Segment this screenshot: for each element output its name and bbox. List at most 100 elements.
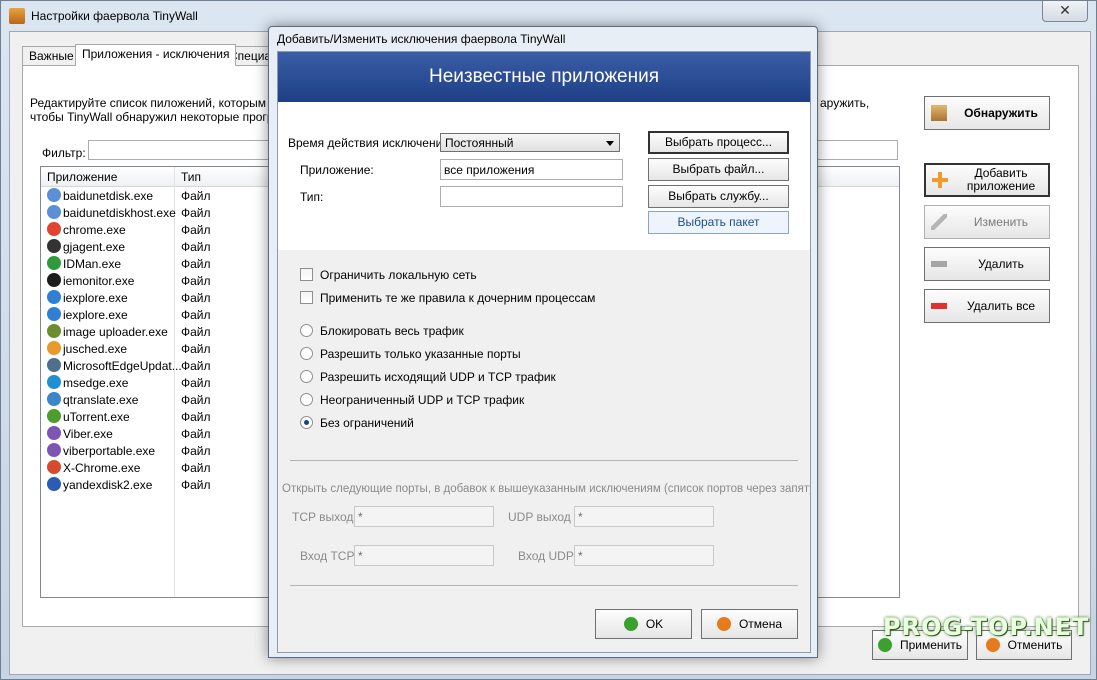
app-icon: [47, 375, 61, 389]
row-type: Файл: [181, 342, 211, 356]
green-dot-icon: [623, 617, 638, 631]
watermark: PROG-TOP.NET: [883, 613, 1090, 641]
tcp-in-field[interactable]: *: [354, 545, 494, 566]
row-type: Файл: [181, 393, 211, 407]
udp-in-label: Вход UDP: [518, 549, 574, 563]
radio-outgoing[interactable]: [300, 370, 313, 383]
chevron-down-icon: [606, 141, 614, 146]
radio-specified-ports[interactable]: [300, 347, 313, 360]
radio-outgoing-label: Разрешить исходящий UDP и TCP трафик: [320, 370, 556, 384]
delete-all-button-label: Удалить все: [966, 298, 1036, 313]
orange-dot-icon: [716, 617, 731, 631]
ok-button[interactable]: OK: [595, 609, 692, 639]
select-file-button[interactable]: Выбрать файл...: [648, 158, 789, 181]
radio-block-all[interactable]: [300, 324, 313, 337]
row-type: Файл: [181, 257, 211, 271]
detect-button[interactable]: Обнаружить: [924, 96, 1050, 130]
row-type: Файл: [181, 410, 211, 424]
minus-icon: [931, 261, 947, 267]
row-type: Файл: [181, 478, 211, 492]
row-type: Файл: [181, 444, 211, 458]
app-icon: [47, 188, 61, 202]
edit-button-label: Изменить: [973, 214, 1029, 229]
pencil-icon: [931, 214, 947, 230]
row-app-name: Viber.exe: [63, 427, 113, 441]
detect-button-label: Обнаружить: [964, 105, 1038, 120]
row-app-name: jusched.exe: [63, 342, 128, 356]
app-icon: [47, 477, 61, 491]
row-app-name: gjagent.exe: [63, 240, 126, 254]
udp-in-field[interactable]: *: [574, 545, 714, 566]
row-app-name: MicrosoftEdgeUpdat...: [63, 359, 182, 373]
add-application-button[interactable]: Добавить приложение: [924, 163, 1050, 197]
row-app-name: uTorrent.exe: [63, 410, 130, 424]
row-type: Файл: [181, 359, 211, 373]
select-service-button[interactable]: Выбрать службу...: [648, 185, 789, 208]
restrict-local-network-checkbox[interactable]: [300, 268, 313, 281]
row-app-name: X-Chrome.exe: [63, 461, 141, 475]
row-type: Файл: [181, 240, 211, 254]
tab-important[interactable]: Важные: [22, 46, 81, 65]
row-type: Файл: [181, 291, 211, 305]
plus-icon: [932, 172, 948, 188]
app-icon: [47, 273, 61, 287]
duration-select-value: Постоянный: [445, 136, 514, 150]
tcp-in-label: Вход TCP: [300, 549, 355, 563]
app-icon: [47, 222, 61, 236]
description-right-fragment: аружить,: [820, 96, 870, 110]
column-header-type[interactable]: Тип: [181, 170, 201, 184]
close-button[interactable]: ✕: [1042, 1, 1088, 22]
row-app-name: baidunetdisk.exe: [63, 189, 154, 203]
app-icon: [47, 409, 61, 423]
box-icon: [931, 105, 947, 121]
duration-select[interactable]: Постоянный: [440, 133, 620, 152]
red-minus-icon: [931, 303, 947, 309]
apply-to-child-processes-checkbox[interactable]: [300, 291, 313, 304]
app-icon: [47, 239, 61, 253]
cancel-dialog-button-label: Отмена: [738, 617, 783, 631]
row-app-name: qtranslate.exe: [63, 393, 139, 407]
tab-app-exceptions[interactable]: Приложения - исключения: [75, 44, 237, 66]
duration-label: Время действия исключения: [288, 136, 449, 150]
select-package-button[interactable]: Выбрать пакет: [648, 211, 789, 234]
radio-no-restrictions[interactable]: [300, 416, 313, 429]
dialog-banner: Неизвестные приложения: [278, 52, 810, 102]
delete-button[interactable]: Удалить: [924, 247, 1050, 281]
row-app-name: image uploader.exe: [63, 325, 168, 339]
column-header-app[interactable]: Приложение: [47, 170, 117, 184]
app-icon: [47, 460, 61, 474]
delete-all-button[interactable]: Удалить все: [924, 289, 1050, 323]
row-app-name: msedge.exe: [63, 376, 129, 390]
udp-out-value: *: [578, 510, 583, 524]
radio-specified-ports-label: Разрешить только указанные порты: [320, 347, 521, 361]
restrict-local-network-label: Ограничить локальную сеть: [320, 268, 477, 282]
ports-hint: Открыть следующие порты, в добавок к выш…: [282, 483, 811, 495]
row-app-name: iexplore.exe: [63, 308, 128, 322]
select-process-button[interactable]: Выбрать процесс...: [648, 131, 789, 154]
app-icon: [47, 307, 61, 321]
main-window-title: Настройки фаервола TinyWall: [31, 9, 198, 23]
tcp-out-field[interactable]: *: [354, 506, 494, 527]
row-type: Файл: [181, 427, 211, 441]
delete-button-label: Удалить: [978, 256, 1024, 271]
edit-button[interactable]: Изменить: [924, 205, 1050, 239]
dialog-content: Неизвестные приложения Время действия ис…: [277, 51, 811, 653]
exception-dialog: Добавить/Изменить исключения фаервола Ti…: [268, 26, 818, 658]
row-app-name: viberportable.exe: [63, 444, 156, 458]
row-app-name: yandexdisk2.exe: [63, 478, 153, 492]
radio-unlimited[interactable]: [300, 393, 313, 406]
cancel-dialog-button[interactable]: Отмена: [701, 609, 798, 639]
row-type: Файл: [181, 189, 211, 203]
row-type: Файл: [181, 206, 211, 220]
app-icon: [47, 358, 61, 372]
udp-out-field[interactable]: *: [574, 506, 714, 527]
app-icon: [47, 341, 61, 355]
tcp-out-value: *: [358, 510, 363, 524]
tcp-out-label: TCP выход: [292, 510, 354, 524]
tcp-in-value: *: [358, 549, 363, 563]
row-app-name: chrome.exe: [63, 223, 126, 237]
app-icon: [47, 324, 61, 338]
type-field[interactable]: [440, 186, 623, 207]
application-field[interactable]: все приложения: [440, 159, 623, 180]
app-icon: [47, 256, 61, 270]
